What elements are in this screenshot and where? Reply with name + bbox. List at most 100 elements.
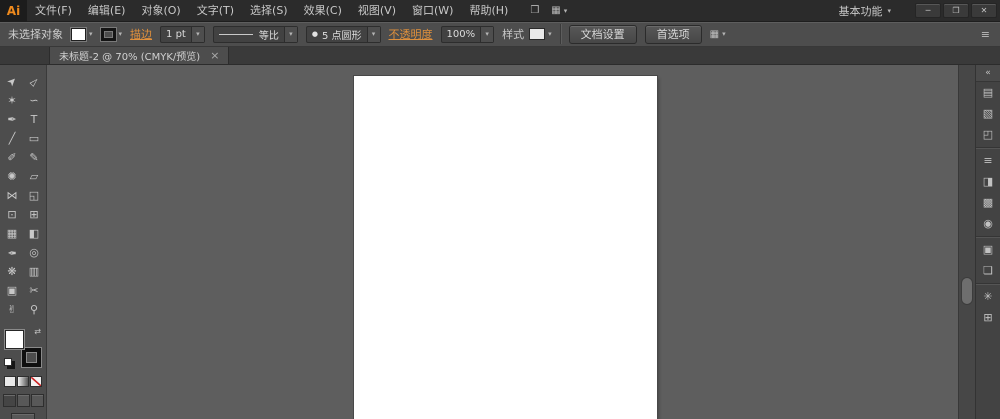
menu-view[interactable]: 视图(V) xyxy=(350,0,404,22)
line-segment-tool[interactable]: ╱ xyxy=(1,129,23,148)
workspace-switcher[interactable]: 基本功能 ▾ xyxy=(838,3,891,19)
draw-behind-button[interactable] xyxy=(16,394,30,407)
draw-inside-button[interactable] xyxy=(30,394,44,407)
gradient-panel-icon[interactable]: ◨ xyxy=(976,171,1000,192)
fill-color-picker[interactable]: ▾ xyxy=(71,27,93,41)
transparency-panel-icon[interactable]: ▩ xyxy=(976,192,1000,213)
rectangle-tool[interactable]: ▭ xyxy=(23,129,45,148)
color-guide-panel-icon[interactable]: ▧ xyxy=(976,103,1000,124)
color-button[interactable] xyxy=(4,376,16,387)
gradient-tool[interactable]: ◧ xyxy=(23,224,45,243)
control-bar-menu-icon[interactable]: ≡ xyxy=(981,28,990,41)
menu-window[interactable]: 窗口(W) xyxy=(404,0,461,22)
opacity-select[interactable]: 100% ▾ xyxy=(440,25,495,43)
width-tool[interactable]: ⋈ xyxy=(1,186,23,205)
menu-edit[interactable]: 编辑(E) xyxy=(80,0,134,22)
artboard-tool[interactable]: ▣ xyxy=(1,281,23,300)
artboards-panel-icon[interactable]: ⊞ xyxy=(976,307,1000,328)
navigator-panel-icon[interactable]: ◰ xyxy=(976,124,1000,145)
mesh-tool[interactable]: ▦ xyxy=(1,224,23,243)
panel-group-divider xyxy=(976,283,1000,284)
panel-group-divider xyxy=(976,147,1000,148)
shape-builder-tool[interactable]: ⊡ xyxy=(1,205,23,224)
brush-definition-select[interactable]: ● 5 点圆形 ▾ xyxy=(305,25,381,43)
draw-normal-button[interactable] xyxy=(2,394,16,407)
minimize-button[interactable]: ─ xyxy=(915,3,941,18)
bridge-icon[interactable]: ❒ xyxy=(530,5,539,16)
color-panel-icon[interactable]: ▤ xyxy=(976,82,1000,103)
menu-file[interactable]: 文件(F) xyxy=(27,0,80,22)
collapse-panels-button[interactable]: « xyxy=(976,65,1000,82)
menu-type[interactable]: 文字(T) xyxy=(189,0,242,22)
app-logo: Ai xyxy=(0,0,27,22)
vertical-scrollbar[interactable] xyxy=(958,65,975,419)
stroke-panel-icon[interactable]: ≡ xyxy=(976,150,1000,171)
screen-mode-row xyxy=(11,413,35,419)
document-setup-button[interactable]: 文档设置 xyxy=(568,24,637,44)
hand-tool[interactable]: ✌ xyxy=(1,300,23,319)
fill-swatch[interactable] xyxy=(5,330,24,349)
tab-close-icon[interactable]: × xyxy=(210,49,219,62)
chevron-down-icon: ▾ xyxy=(480,26,494,42)
default-fill-stroke-icon[interactable] xyxy=(4,358,12,366)
brush-preview-icon: ● xyxy=(311,30,318,38)
align-icon: ▦ xyxy=(709,28,720,40)
close-button[interactable]: ✕ xyxy=(971,3,997,18)
stroke-swatch[interactable] xyxy=(22,348,41,367)
menu-select[interactable]: 选择(S) xyxy=(242,0,296,22)
swap-fill-stroke-icon[interactable]: ⇄ xyxy=(34,327,41,336)
preferences-button[interactable]: 首选项 xyxy=(644,24,702,44)
canvas-area[interactable] xyxy=(47,65,958,419)
graphic-styles-panel-icon[interactable]: ▣ xyxy=(976,239,1000,260)
zoom-tool[interactable]: ⚲ xyxy=(23,300,45,319)
blend-tool[interactable]: ◎ xyxy=(23,243,45,262)
scrollbar-thumb[interactable] xyxy=(961,277,973,305)
paintbrush-tool[interactable]: ✐ xyxy=(1,148,23,167)
free-transform-tool[interactable]: ◱ xyxy=(23,186,45,205)
type-tool[interactable]: T xyxy=(23,110,45,129)
stroke-link[interactable]: 描边 xyxy=(130,26,152,42)
width-profile-select[interactable]: 等比 ▾ xyxy=(212,25,298,43)
symbol-sprayer-tool[interactable]: ❋ xyxy=(1,262,23,281)
tools-grid: ➤ ▻ ✶ ∽ ✒ T ╱ ▭ ✐ ✎ ✺ ▱ ⋈ ◱ ⊡ ⊞ ▦ ◧ ✒ ◎ xyxy=(1,72,45,319)
style-picker[interactable]: ▾ xyxy=(529,28,552,40)
artboard[interactable] xyxy=(354,76,657,419)
none-button[interactable] xyxy=(30,376,42,387)
opacity-link[interactable]: 不透明度 xyxy=(389,26,433,42)
pen-tool[interactable]: ✒ xyxy=(1,110,23,129)
menu-effect[interactable]: 效果(C) xyxy=(296,0,350,22)
stroke-width-select[interactable]: 1 pt ▾ xyxy=(160,25,205,43)
chevron-down-icon: ▾ xyxy=(563,6,568,15)
pencil-tool[interactable]: ✎ xyxy=(23,148,45,167)
align-flyout-button[interactable]: ▦ ▾ xyxy=(710,29,726,40)
chevron-down-icon: ▾ xyxy=(190,26,204,42)
eyedropper-tool[interactable]: ✒ xyxy=(1,243,23,262)
window-controls: ─ ❐ ✕ xyxy=(915,3,997,18)
document-tab[interactable]: 未标题-2 @ 70% (CMYK/预览) × xyxy=(49,47,230,64)
chevron-down-icon: ▾ xyxy=(89,30,93,38)
illustrator-window: Ai 文件(F) 编辑(E) 对象(O) 文字(T) 选择(S) 效果(C) 视… xyxy=(0,0,1000,419)
menu-help[interactable]: 帮助(H) xyxy=(461,0,516,22)
chevron-down-icon: ▾ xyxy=(887,6,891,15)
restore-button[interactable]: ❐ xyxy=(943,3,969,18)
menu-object[interactable]: 对象(O) xyxy=(133,0,188,22)
layers-panel-icon[interactable]: ❏ xyxy=(976,260,1000,281)
blob-brush-tool[interactable]: ✺ xyxy=(1,167,23,186)
eraser-tool[interactable]: ▱ xyxy=(23,167,45,186)
screen-mode-button[interactable] xyxy=(11,413,35,419)
stroke-color-picker[interactable]: ▾ xyxy=(100,27,122,41)
column-graph-tool[interactable]: ▥ xyxy=(23,262,45,281)
symbols-panel-icon[interactable]: ✳ xyxy=(976,286,1000,307)
chevron-down-icon: ▾ xyxy=(366,26,380,42)
gradient-button[interactable] xyxy=(17,376,29,387)
style-control: 样式 ▾ xyxy=(502,26,552,42)
arrange-documents-button[interactable]: ▦ ▾ xyxy=(551,5,567,16)
panel-group-divider xyxy=(976,236,1000,237)
document-tab-bar: 未标题-2 @ 70% (CMYK/预览) × xyxy=(0,47,1000,65)
document-tab-title: 未标题-2 @ 70% (CMYK/预览) xyxy=(59,52,201,63)
style-swatch-icon xyxy=(529,28,546,40)
slice-tool[interactable]: ✂ xyxy=(23,281,45,300)
appearance-panel-icon[interactable]: ◉ xyxy=(976,213,1000,234)
perspective-grid-tool[interactable]: ⊞ xyxy=(23,205,45,224)
swatch-type-row xyxy=(4,376,42,387)
